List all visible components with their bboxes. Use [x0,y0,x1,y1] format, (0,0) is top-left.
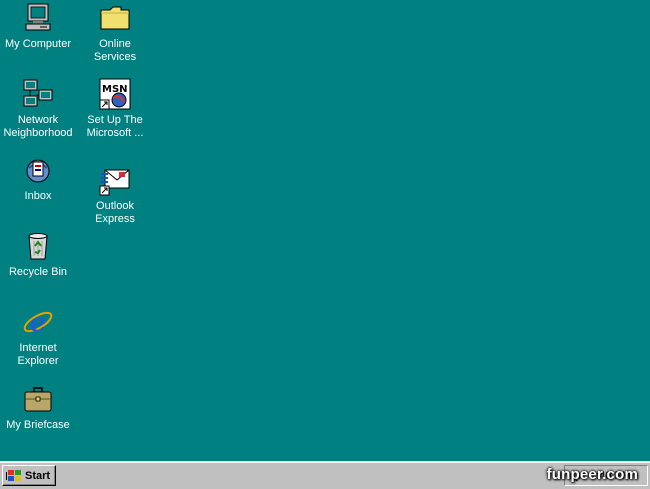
desktop: My Computer Network Neighborhood Inbox R… [0,0,650,461]
briefcase-icon [22,383,54,415]
network-neighborhood-label: Network Neighborhood [3,114,73,139]
online-services-label: Online Services [93,38,137,63]
folder-icon [99,2,131,34]
desktop-icon-my-computer[interactable]: My Computer [0,2,76,51]
desktop-icon-setup-msn[interactable]: MSN Set Up The Microsoft ... [77,78,153,140]
my-briefcase-label: My Briefcase [6,419,70,431]
desktop-icon-network-neighborhood[interactable]: Network Neighborhood [0,78,76,140]
recycle-bin-label: Recycle Bin [8,266,68,278]
windows-logo-icon [6,469,22,483]
desktop-icon-recycle-bin[interactable]: Recycle Bin [0,230,76,279]
recycle-bin-icon [22,230,54,262]
inbox-icon [22,154,54,186]
svg-text:e: e [30,308,47,338]
outlook-express-icon [99,164,131,196]
svg-text:MSN: MSN [102,84,128,95]
desktop-icon-inbox[interactable]: Inbox [0,154,76,203]
msn-icon: MSN [99,78,131,110]
start-label: Start [25,469,51,482]
inbox-label: Inbox [24,190,52,202]
setup-msn-label: Set Up The Microsoft ... [86,114,144,139]
watermark-text: funpeer.com [546,466,638,483]
outlook-express-label: Outlook Express [95,200,135,225]
desktop-icon-my-briefcase[interactable]: My Briefcase [0,383,76,432]
my-computer-label: My Computer [4,38,72,50]
desktop-icon-online-services[interactable]: Online Services [77,2,153,64]
desktop-icon-internet-explorer[interactable]: e Internet Explorer [0,306,76,368]
internet-explorer-label: Internet Explorer [17,342,59,367]
desktop-icon-outlook-express[interactable]: Outlook Express [77,164,153,226]
network-icon [22,78,54,110]
start-button[interactable]: Start [2,465,56,486]
computer-icon [22,2,54,34]
internet-explorer-icon: e [22,306,54,338]
